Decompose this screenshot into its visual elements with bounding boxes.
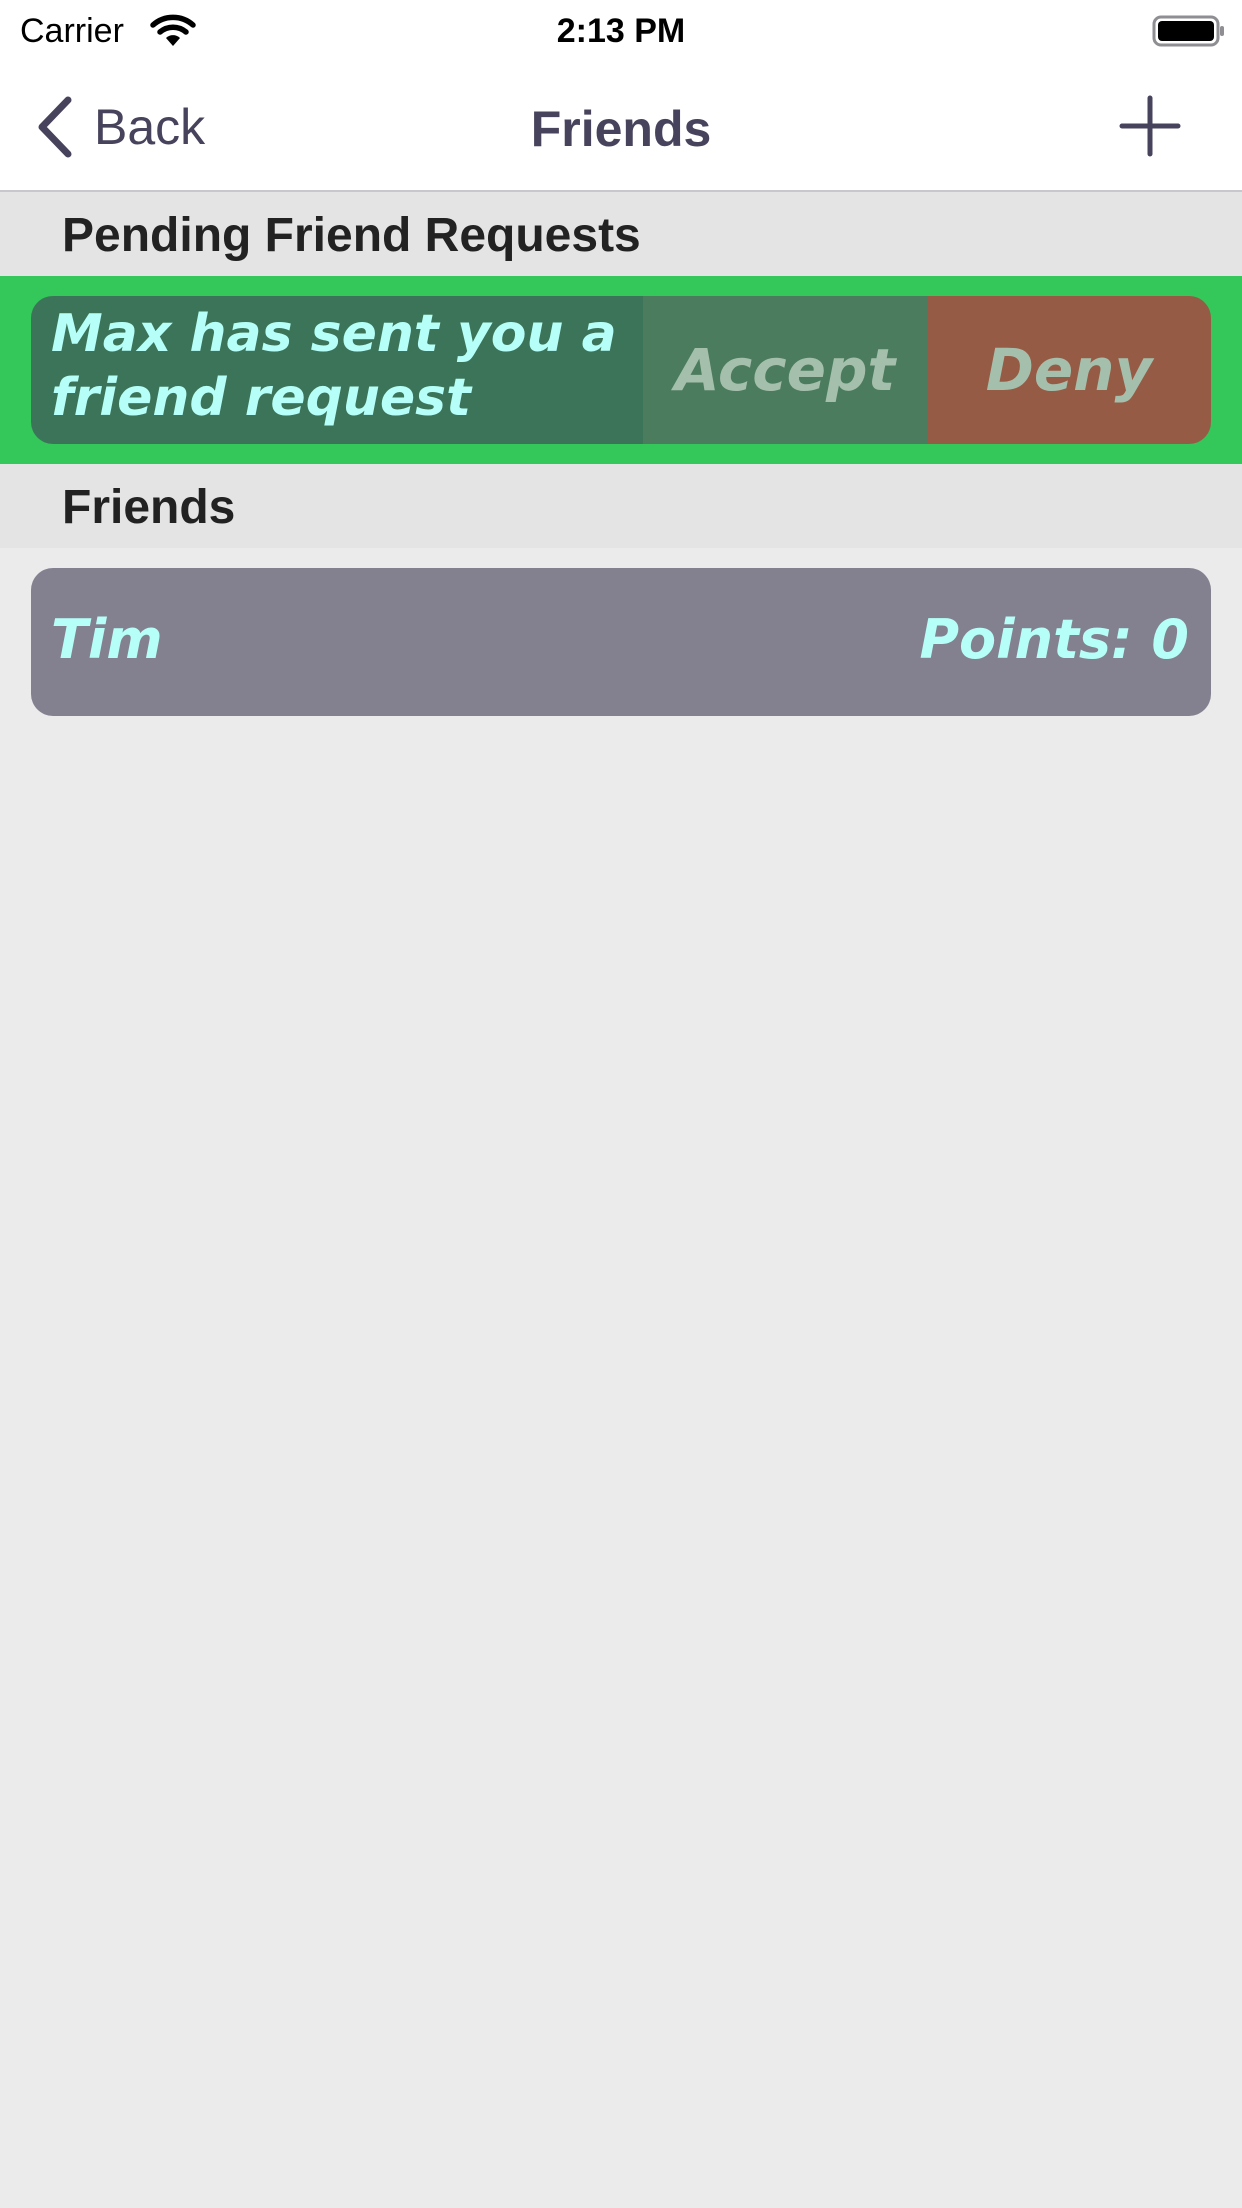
page-title: Friends — [530, 101, 712, 157]
friends-section-title: Friends — [62, 481, 236, 534]
friend-points: Points: 0 — [919, 608, 1189, 671]
status-bar: Carrier 2:13 PM — [0, 0, 1242, 62]
navigation-bar: Back Friends — [0, 62, 1242, 192]
friend-request-row: Max has sent you a friend request Accept… — [0, 276, 1242, 464]
battery-icon — [1152, 15, 1224, 47]
friends-section-header: Friends — [0, 464, 1242, 548]
accept-button[interactable]: Accept — [643, 296, 927, 444]
plus-icon — [1119, 95, 1181, 157]
friend-request-card: Max has sent you a friend request Accept… — [31, 296, 1211, 444]
deny-button[interactable]: Deny — [927, 296, 1211, 444]
friend-request-message: Max has sent you a friend request — [31, 296, 643, 444]
pending-requests-section-header: Pending Friend Requests — [0, 192, 1242, 276]
status-time: 2:13 PM — [556, 12, 686, 50]
friend-list-item[interactable]: Tim Points: 0 — [31, 568, 1211, 716]
add-friend-button[interactable] — [1118, 94, 1182, 158]
friend-name: Tim — [51, 608, 163, 671]
pending-requests-title: Pending Friend Requests — [62, 209, 641, 262]
